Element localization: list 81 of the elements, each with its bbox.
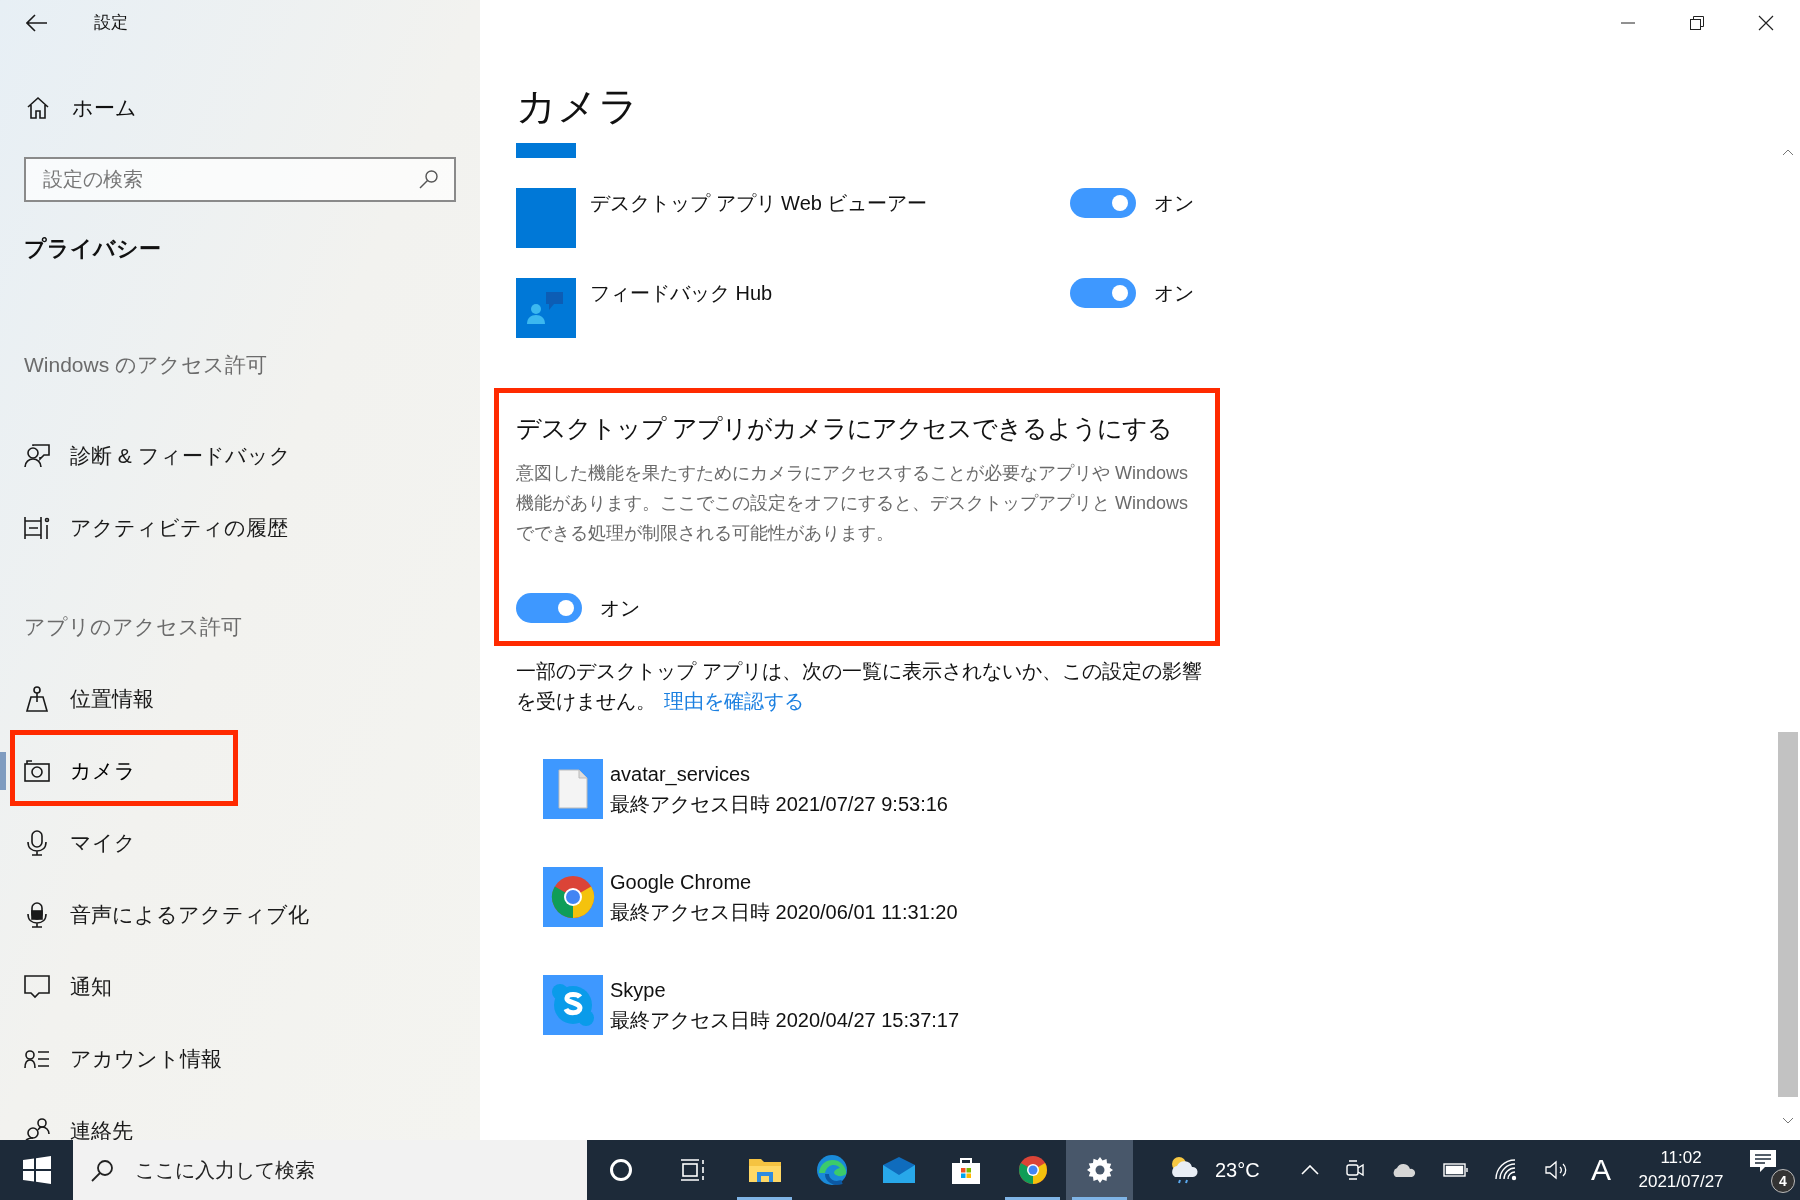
last-access-time: 最終アクセス日時 2020/06/01 11:31:20 <box>610 900 958 925</box>
minimize-icon[interactable] <box>1620 22 1635 24</box>
task-view-icon[interactable] <box>680 1159 706 1181</box>
restore-icon[interactable] <box>1689 16 1704 30</box>
account-list-icon <box>24 1049 50 1069</box>
app-name: Google Chrome <box>610 870 753 895</box>
cloud-icon[interactable] <box>1391 1162 1417 1178</box>
last-access-time: 最終アクセス日時 2020/04/27 15:37:17 <box>610 1008 960 1033</box>
sidebar-item[interactable]: 音声によるアクティブ化 <box>70 899 309 931</box>
wifi-icon[interactable] <box>1495 1159 1519 1181</box>
sidebar-item[interactable]: 診断 & フィードバック <box>70 440 291 472</box>
clock-time[interactable]: 11:02 <box>1660 1146 1702 1170</box>
back-arrow-icon[interactable] <box>26 14 48 32</box>
toggle-switch[interactable] <box>1070 278 1136 308</box>
app-name: デスクトップ アプリ Web ビューアー <box>590 191 929 216</box>
sidebar-item[interactable]: 連絡先 <box>70 1115 133 1140</box>
chevron-up-icon[interactable] <box>1301 1165 1319 1175</box>
windows-logo-icon[interactable] <box>22 1156 51 1184</box>
section-title: デスクトップ アプリがカメラにアクセスできるようにする <box>516 413 1172 444</box>
sidebar-item[interactable]: アカウント情報 <box>70 1043 222 1075</box>
group-heading: Windows のアクセス許可 <box>24 352 268 378</box>
location-pin-icon <box>24 686 50 712</box>
microphone-icon <box>24 830 50 856</box>
notification-button[interactable]: 4 <box>1743 1143 1799 1197</box>
input-method-indicator[interactable]: A <box>1591 1155 1611 1185</box>
toggle-state: オン <box>1154 191 1194 216</box>
battery-icon[interactable] <box>1443 1163 1469 1177</box>
notification-count: 4 <box>1771 1169 1795 1193</box>
sidebar-item[interactable]: カメラ <box>70 755 136 787</box>
people-icon <box>24 1118 50 1140</box>
group-heading: アプリのアクセス許可 <box>24 614 242 640</box>
chat-logo-icon <box>543 975 603 1035</box>
window-title: 設定 <box>94 12 128 35</box>
sidebar-item[interactable]: 通知 <box>70 971 112 1003</box>
search-field[interactable]: 設定の検索 <box>24 157 456 202</box>
page-title: カメラ <box>516 83 640 130</box>
sidebar-item[interactable]: アクティビティの履歴 <box>70 512 288 544</box>
folder-icon[interactable] <box>748 1156 781 1184</box>
temperature[interactable]: 23°C <box>1215 1155 1279 1185</box>
info-note: 一部のデスクトップ アプリは、次の一覧に表示されないか、この設定の影響を受けません。 理由を確認する <box>516 659 1203 714</box>
taskbar-button[interactable] <box>1066 1140 1133 1200</box>
file-icon <box>543 759 603 819</box>
close-icon[interactable] <box>1757 15 1774 31</box>
activity-history-icon <box>24 516 50 540</box>
message-icon <box>24 975 50 999</box>
toggle-state: オン <box>1154 281 1194 306</box>
person-feedback-icon <box>24 444 50 468</box>
camera-icon <box>24 760 50 782</box>
clock-date[interactable]: 2021/07/27 <box>1638 1170 1724 1194</box>
app-name: フィードバック Hub <box>590 281 774 306</box>
microphone-icon <box>24 902 50 928</box>
app-name: avatar_services <box>610 762 752 788</box>
taskbar-search-field[interactable]: ここに入力して検索 <box>73 1140 587 1200</box>
sidebar-item[interactable]: マイク <box>70 827 136 859</box>
app-icon <box>516 143 576 158</box>
circle-icon[interactable] <box>609 1158 633 1182</box>
learn-more-link[interactable]: 理由を確認する <box>664 690 804 712</box>
message-icon[interactable] <box>1749 1149 1777 1175</box>
section-heading: プライバシー <box>24 235 162 263</box>
app-name: Skype <box>610 978 667 1003</box>
shopping-bag-icon[interactable] <box>950 1155 981 1185</box>
wave-logo-icon[interactable] <box>815 1154 848 1186</box>
scrollbar-thumb[interactable] <box>1778 732 1798 1097</box>
app-icon <box>516 278 576 338</box>
home-link[interactable]: ホーム <box>0 84 480 132</box>
settings-icon[interactable] <box>1085 1156 1114 1184</box>
video-camera-icon[interactable] <box>1345 1159 1365 1181</box>
section-description: 意図した機能を果たすためにカメラにアクセスすることが必要なアプリや Windows 機能があります。ここでこの設定をオフにすると、デスクトップアプリと Windows でできる処理が制限される可能性があります。 <box>516 462 1190 545</box>
search-icon <box>91 1158 115 1182</box>
last-access-time: 最終アクセス日時 2021/07/27 9:53:16 <box>610 792 948 817</box>
search-icon <box>419 169 439 189</box>
browser-logo-icon <box>543 867 603 927</box>
app-icon <box>516 188 576 248</box>
browser-logo-icon[interactable] <box>1017 1155 1048 1185</box>
speaker-icon[interactable] <box>1545 1160 1569 1180</box>
envelope-icon[interactable] <box>882 1157 915 1183</box>
sidebar-item[interactable]: 位置情報 <box>70 683 154 715</box>
toggle-state: オン <box>600 596 640 621</box>
toggle-switch[interactable] <box>1070 188 1136 218</box>
toggle-switch[interactable] <box>516 593 582 623</box>
home-icon <box>26 96 50 120</box>
